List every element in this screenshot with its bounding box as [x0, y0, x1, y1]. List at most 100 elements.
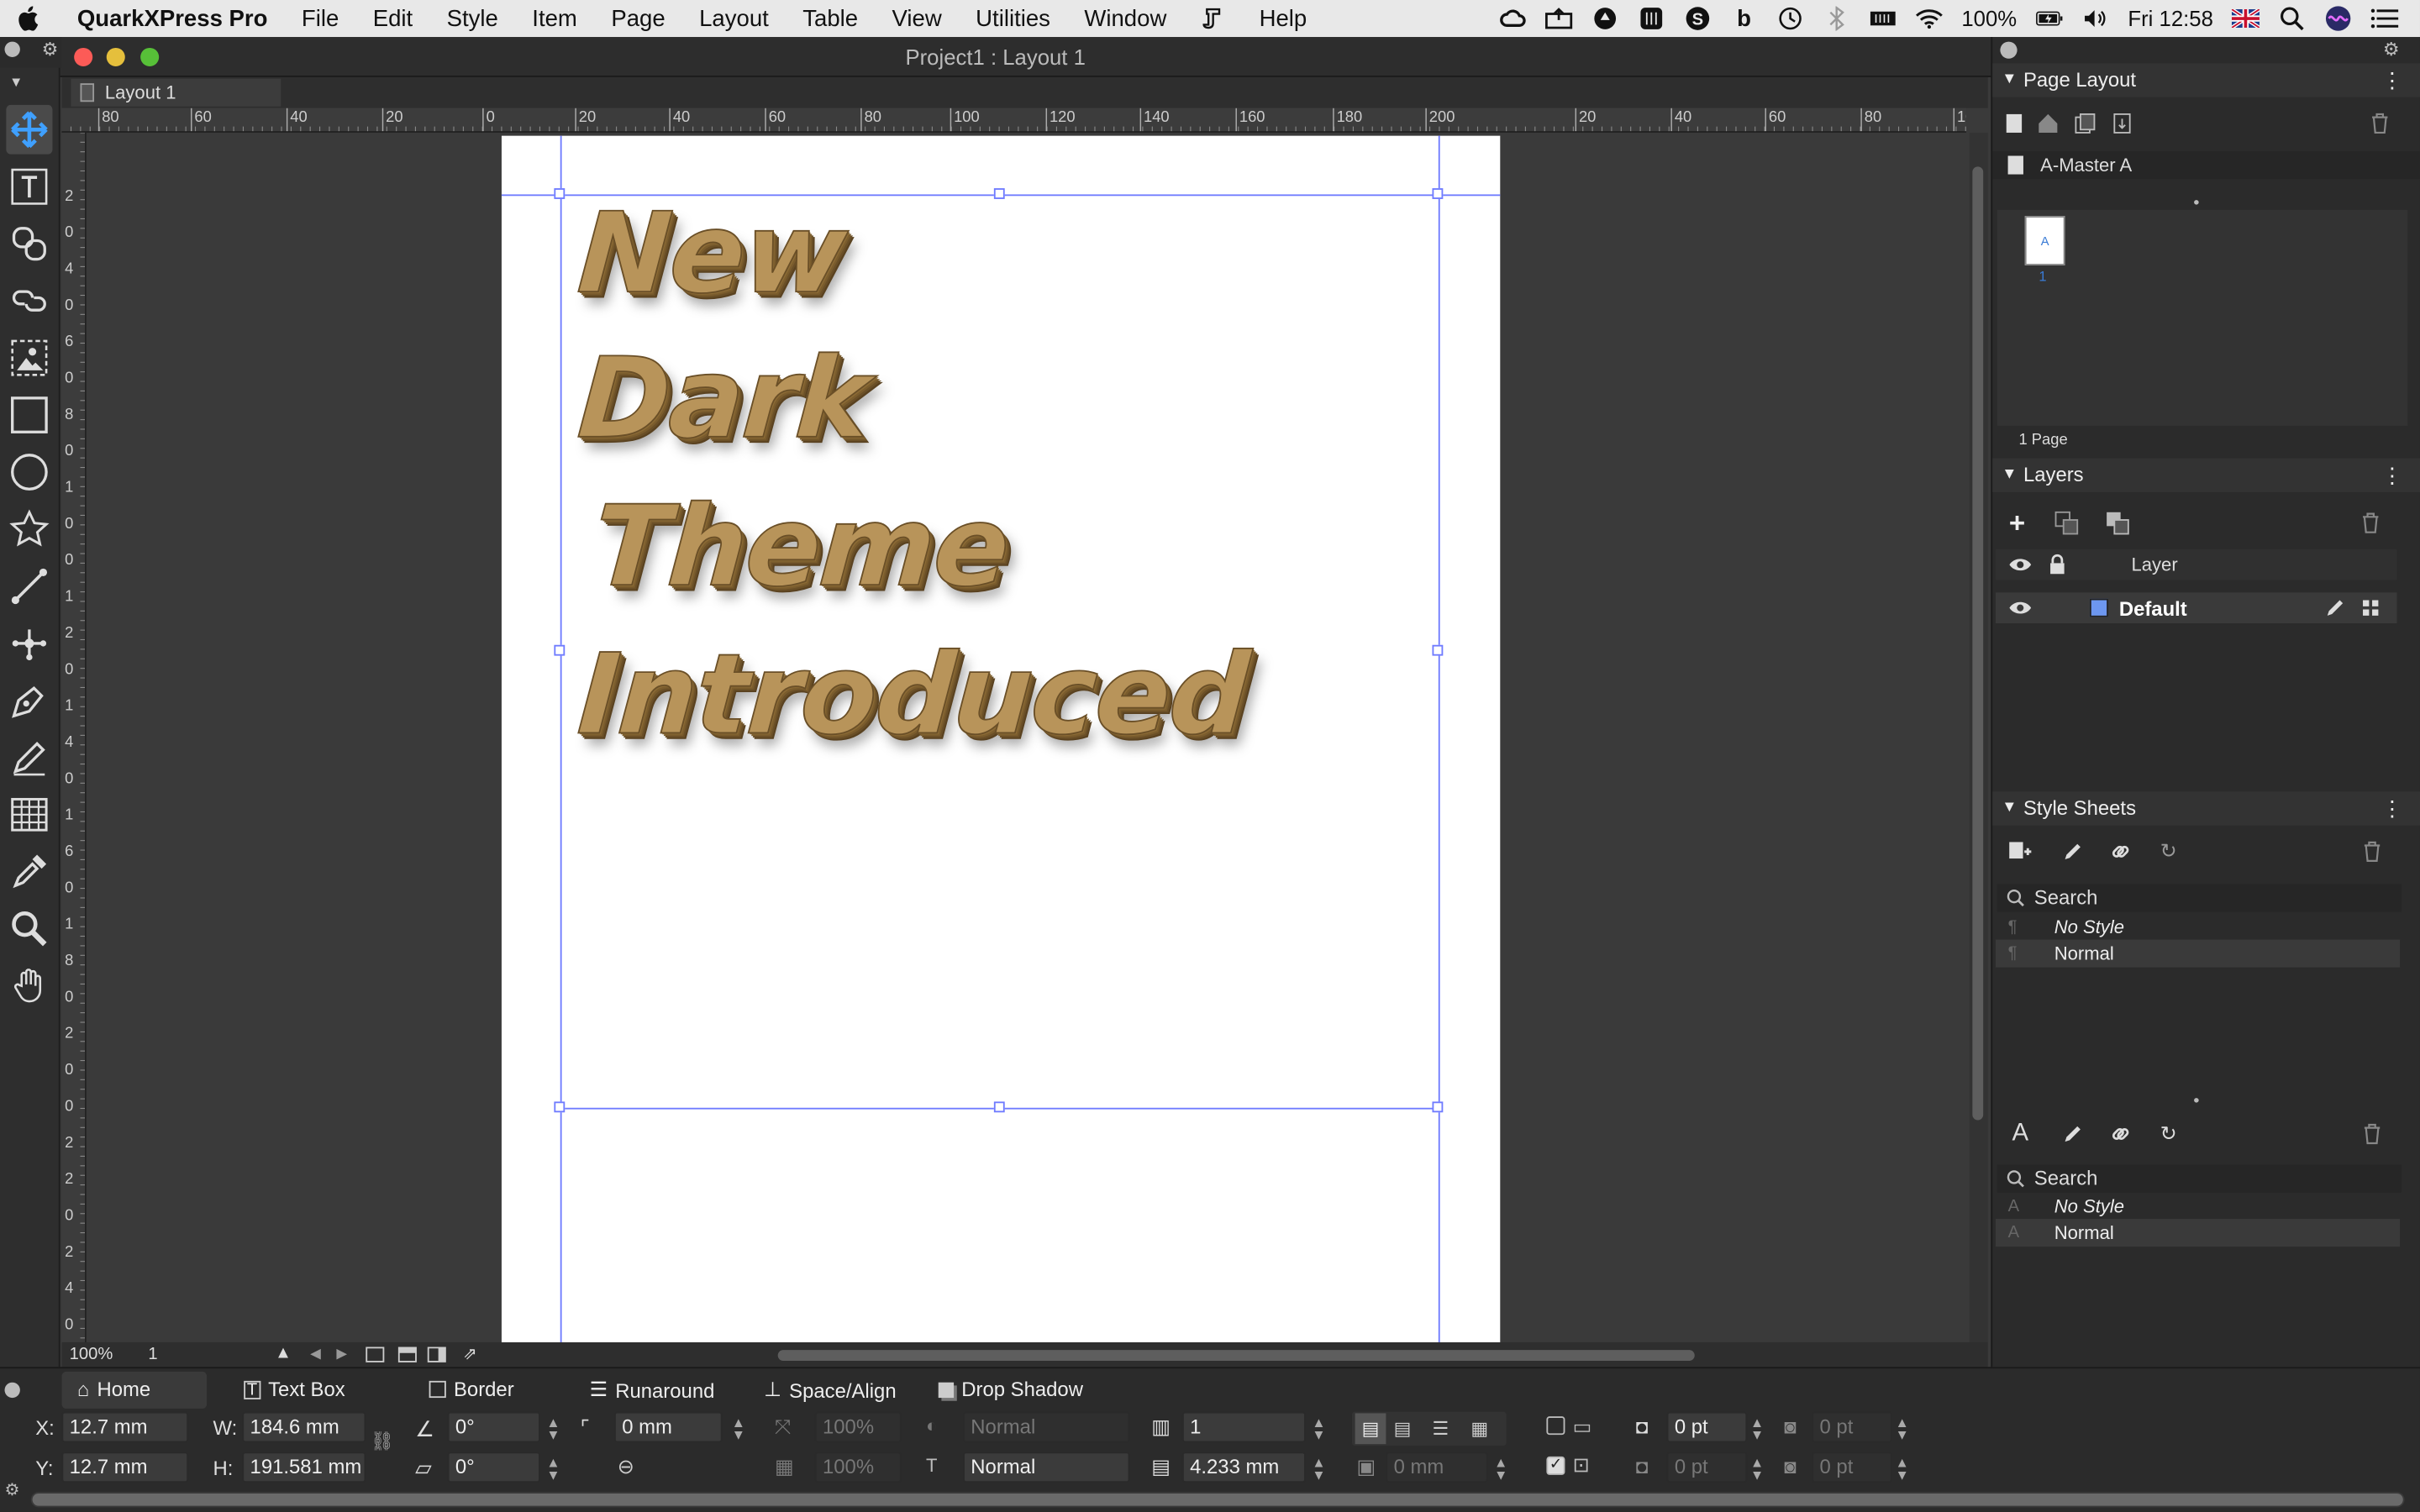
- delete-layer-trash-icon[interactable]: [2359, 511, 2383, 535]
- text-box[interactable]: New Dark Theme Introduced: [554, 187, 1444, 1113]
- text-unlinking-tool-icon[interactable]: [6, 276, 52, 326]
- resize-handle-top[interactable]: [993, 188, 1005, 199]
- layer-grid-icon[interactable]: [2359, 596, 2383, 620]
- sync-icon[interactable]: [1591, 6, 1619, 30]
- blend-mode-top-select[interactable]: Normal: [963, 1411, 1130, 1443]
- collapse-triangle-icon[interactable]: ▼: [9, 74, 23, 89]
- duplicate-page-icon[interactable]: [2110, 111, 2134, 135]
- page-thumbnails-area[interactable]: A 1: [1996, 209, 2408, 426]
- home-master-icon[interactable]: [2036, 111, 2060, 135]
- close-measurements-button[interactable]: [4, 1382, 20, 1399]
- new-layer-plus-icon[interactable]: +: [2005, 507, 2029, 538]
- width-field[interactable]: 184.6 mm: [242, 1411, 366, 1443]
- resize-handle-right[interactable]: [1432, 644, 1444, 656]
- paragraph-style-no-style[interactable]: ¶ No Style: [1996, 913, 2400, 941]
- inset-right-stepper[interactable]: ▲ ▼: [1896, 1456, 1909, 1482]
- close-palettes-button[interactable]: [2000, 41, 2018, 59]
- text-inset-stepper[interactable]: ▲ ▼: [1494, 1456, 1507, 1482]
- edit-char-style-pencil-icon[interactable]: [2060, 1121, 2085, 1146]
- inset-bottom-field[interactable]: 0 pt: [1666, 1452, 1748, 1483]
- character-style-search[interactable]: Search: [1996, 1164, 2402, 1193]
- resize-handle-bottom[interactable]: [993, 1101, 1005, 1113]
- scale-y-field[interactable]: 100%: [814, 1452, 902, 1483]
- inset-top-stepper[interactable]: ▲ ▼: [1750, 1415, 1764, 1441]
- page-layout-header[interactable]: ▼ Page Layout ⋮: [1992, 63, 2420, 97]
- measurements-gear-icon[interactable]: ⚙: [5, 1479, 20, 1499]
- inset-left-stepper[interactable]: ▲ ▼: [1896, 1415, 1909, 1441]
- edit-style-pencil-icon[interactable]: [2060, 839, 2085, 864]
- measurements-scroll-track[interactable]: [30, 1492, 2405, 1508]
- blank-facing-page-icon[interactable]: [2073, 111, 2097, 135]
- layers-header[interactable]: ▼ Layers ⋮: [1992, 458, 2420, 492]
- starburst-tool-icon[interactable]: [6, 505, 52, 554]
- pen-tool-icon[interactable]: [6, 675, 52, 725]
- tab-text-box[interactable]: T Text Box: [244, 1378, 345, 1401]
- master-page-row[interactable]: A-Master A: [1992, 150, 2420, 180]
- align-bottom-icon[interactable]: ☰: [1432, 1413, 1449, 1444]
- spotlight-search-icon[interactable]: [2278, 6, 2306, 31]
- scale-x-field[interactable]: 100%: [814, 1411, 902, 1443]
- tab-space-align[interactable]: ⊥ Space/Align: [764, 1378, 896, 1402]
- view-panel-icon[interactable]: [427, 1347, 446, 1362]
- menu-utilities[interactable]: Utilities: [959, 5, 1067, 31]
- vertical-ruler[interactable]: 204060801001201401601802002202402: [61, 132, 87, 1342]
- upload-icon[interactable]: [1544, 6, 1573, 30]
- collapse-triangle-icon[interactable]: ▼: [2002, 791, 2017, 825]
- menu-page[interactable]: Page: [594, 5, 682, 31]
- paragraph-style-search[interactable]: Search: [1996, 884, 2402, 912]
- multiple-insets-checkbox[interactable]: ✓: [1546, 1456, 1565, 1475]
- line-tool-icon[interactable]: [6, 562, 52, 612]
- corner-radius-stepper[interactable]: ▲ ▼: [732, 1415, 745, 1441]
- character-style-normal[interactable]: A Normal: [1995, 1219, 2401, 1247]
- zoom-tool-icon[interactable]: [6, 904, 52, 953]
- text-inset-field[interactable]: 0 mm: [1386, 1452, 1488, 1483]
- y-position-field[interactable]: 12.7 mm: [61, 1452, 189, 1483]
- vertical-scroll-thumb[interactable]: [1972, 166, 1984, 1121]
- page-1-thumbnail[interactable]: A: [2024, 216, 2065, 265]
- height-field[interactable]: 191.581 mm: [242, 1452, 366, 1483]
- horizontal-ruler[interactable]: 80 60 40 20 0 20 40 60 80 100 120 140 160 180 200 20 40 6…: [61, 108, 1966, 133]
- clock[interactable]: Fri 12:58: [2128, 6, 2212, 30]
- apple-icon[interactable]: [0, 6, 55, 31]
- visibility-eye-icon[interactable]: [2008, 553, 2033, 577]
- refresh-style-icon[interactable]: ↻: [2156, 839, 2181, 864]
- resize-handle-top-right[interactable]: [1432, 188, 1444, 199]
- export-icon[interactable]: ⇗: [463, 1344, 477, 1364]
- blank-single-page-icon[interactable]: [2002, 111, 2026, 135]
- menu-table[interactable]: Table: [786, 5, 875, 31]
- collapse-triangle-icon[interactable]: ▼: [2002, 63, 2017, 97]
- inset-right-field[interactable]: 0 pt: [1812, 1452, 1892, 1483]
- link-proportions-icon[interactable]: ⛓: [371, 1431, 394, 1452]
- vertical-scrollbar[interactable]: [1969, 132, 1988, 1342]
- rotation-field[interactable]: 0°: [447, 1411, 540, 1443]
- oval-box-tool-icon[interactable]: [6, 448, 52, 497]
- eyedropper-tool-icon[interactable]: [6, 847, 52, 896]
- bezier-pen-tool-icon[interactable]: [6, 619, 52, 669]
- menu-help[interactable]: Help: [1242, 5, 1323, 31]
- item-tool-icon[interactable]: [6, 104, 53, 155]
- document-page[interactable]: New Dark Theme Introduced: [501, 135, 1501, 1342]
- picture-content-tool-icon[interactable]: [6, 333, 52, 383]
- tab-runaround[interactable]: ☰ Runaround: [590, 1378, 715, 1402]
- menu-style[interactable]: Style: [429, 5, 515, 31]
- layout-canvas[interactable]: New Dark Theme Introduced: [86, 132, 1966, 1342]
- lock-icon[interactable]: [2045, 553, 2070, 577]
- duplicate-char-style-icon[interactable]: [2108, 1121, 2133, 1146]
- table-tool-icon[interactable]: [6, 790, 52, 839]
- script-icon[interactable]: [1184, 6, 1243, 30]
- menu-item[interactable]: Item: [515, 5, 594, 31]
- resize-handle-bottom-left[interactable]: [554, 1101, 566, 1113]
- columns-stepper[interactable]: ▲ ▼: [1312, 1415, 1325, 1441]
- move-to-layer-icon[interactable]: [2105, 511, 2129, 535]
- splitter-dot-icon[interactable]: ●: [2193, 197, 2200, 208]
- minimize-window-button[interactable]: [106, 47, 125, 66]
- pan-hand-tool-icon[interactable]: [6, 961, 52, 1011]
- layer-visible-eye-icon[interactable]: [2008, 596, 2033, 620]
- menu-edit[interactable]: Edit: [356, 5, 430, 31]
- gutter-width-field[interactable]: 4.233 mm: [1181, 1452, 1306, 1483]
- wifi-icon[interactable]: [1915, 6, 1943, 30]
- delete-char-style-trash-icon[interactable]: [2360, 1121, 2384, 1146]
- new-paragraph-style-icon[interactable]: [2008, 839, 2033, 864]
- rectangle-box-tool-icon[interactable]: [6, 391, 52, 440]
- creative-cloud-icon[interactable]: [1498, 6, 1526, 30]
